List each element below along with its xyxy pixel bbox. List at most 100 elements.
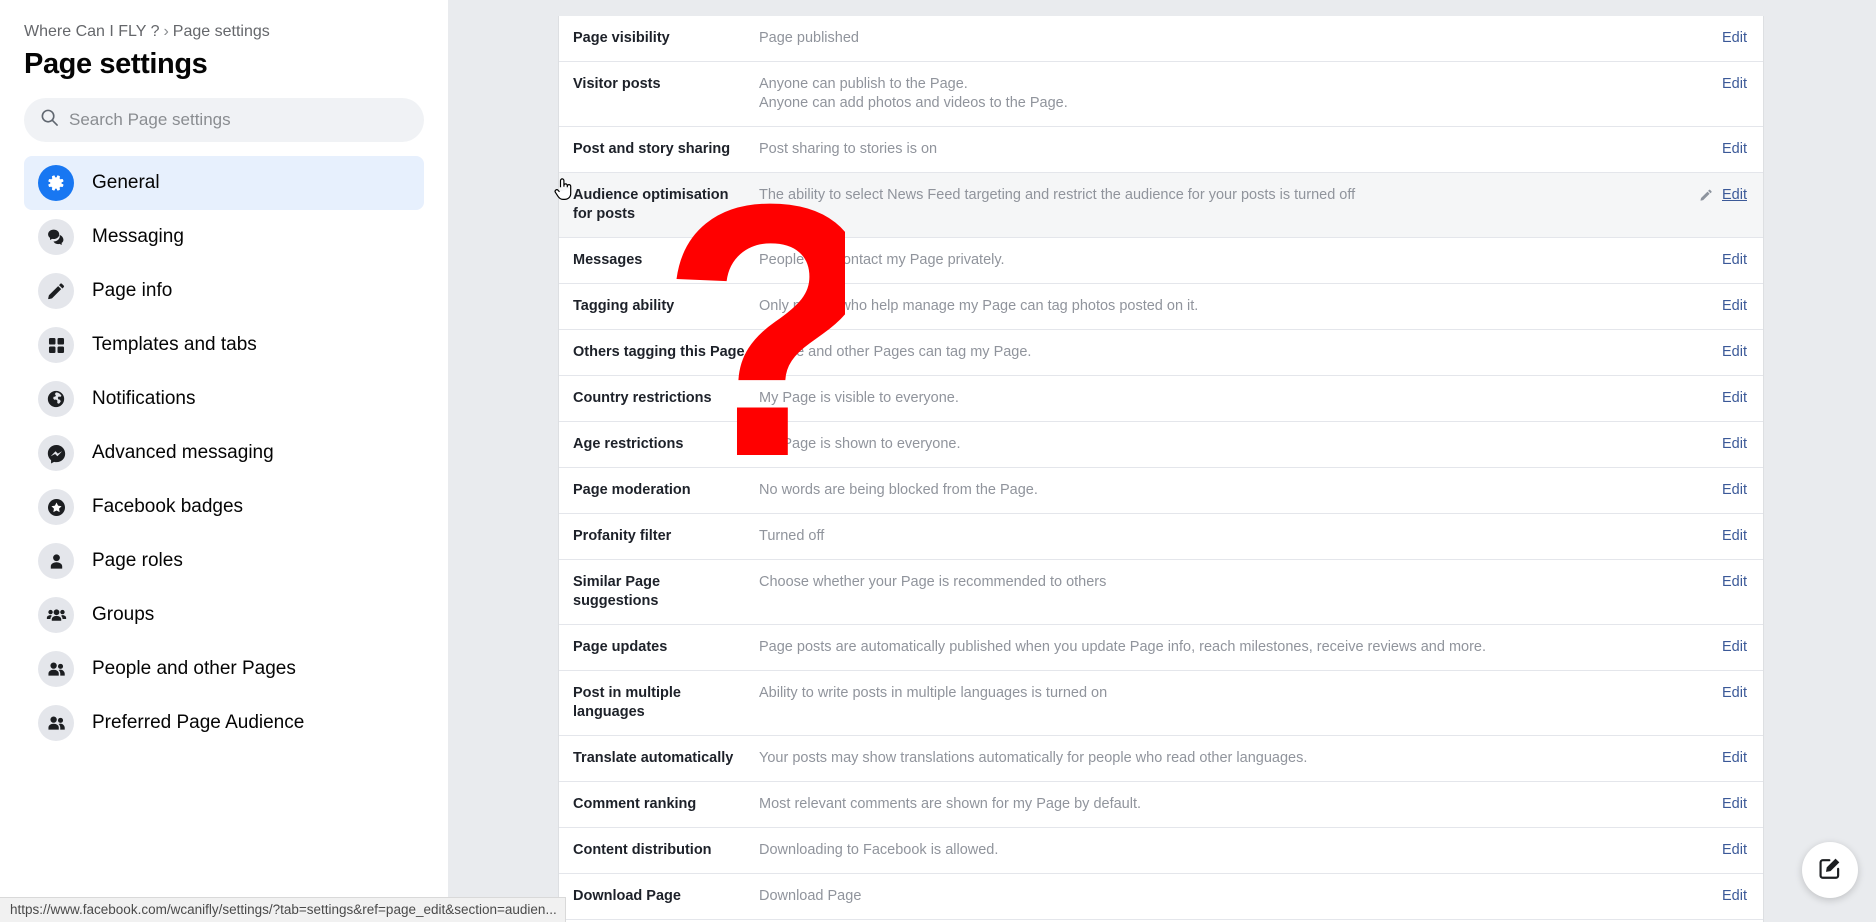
settings-row-actions: Edit <box>1722 75 1747 92</box>
settings-row[interactable]: Visitor posts Anyone can publish to the P… <box>559 62 1763 127</box>
sidebar-item-label: Messaging <box>92 226 184 247</box>
settings-row[interactable]: Profanity filter Turned off Edit <box>559 514 1763 560</box>
settings-row-label: Download Page <box>573 888 681 904</box>
settings-row[interactable]: Audience optimisation for posts The abili… <box>559 173 1763 238</box>
settings-row[interactable]: Content distribution Downloading to Faceb… <box>559 828 1763 874</box>
general-settings-card: Page visibility Page published Edit Visitor… <box>558 16 1764 922</box>
edit-link[interactable]: Edit <box>1722 482 1747 498</box>
page-title: Page settings <box>24 48 208 80</box>
settings-row-value: Page published <box>755 29 1710 48</box>
edit-link[interactable]: Edit <box>1722 574 1747 590</box>
pencil-icon <box>38 273 74 309</box>
settings-row-value: Only people who help manage my Page can … <box>755 297 1710 316</box>
settings-row-label: Messages <box>573 252 643 268</box>
edit-link[interactable]: Edit <box>1722 298 1747 314</box>
settings-row-value-line: Your posts may show translations automat… <box>759 750 1308 766</box>
people-group-icon <box>38 597 74 633</box>
settings-row-value: Turned off <box>755 527 1710 546</box>
settings-row[interactable]: Comment ranking Most relevant comments ar… <box>559 782 1763 828</box>
compose-edit-button[interactable] <box>1802 842 1858 898</box>
settings-row-label: Page updates <box>573 639 668 655</box>
settings-row-value-line: My Page is visible to everyone. <box>759 390 959 406</box>
settings-row-value-line: Choose whether your Page is recommended … <box>759 574 1107 590</box>
search-input[interactable] <box>69 110 408 130</box>
sidebar-item-label: Advanced messaging <box>92 442 274 463</box>
breadcrumb-page-name[interactable]: Where Can I FLY ? <box>24 23 159 40</box>
settings-row-label: Page visibility <box>573 30 670 46</box>
edit-link[interactable]: Edit <box>1722 76 1747 92</box>
sidebar-item-preferred-page-audience[interactable]: Preferred Page Audience <box>24 696 424 750</box>
settings-row[interactable]: Page updates Page posts are automatically… <box>559 625 1763 671</box>
settings-row[interactable]: Page visibility Page published Edit <box>559 16 1763 62</box>
sidebar-item-label: General <box>92 172 160 193</box>
edit-link[interactable]: Edit <box>1722 344 1747 360</box>
settings-row-actions: Edit <box>1722 481 1747 498</box>
edit-link[interactable]: Edit <box>1722 30 1747 46</box>
settings-row-label: Visitor posts <box>573 76 661 92</box>
edit-link[interactable]: Edit <box>1722 252 1747 268</box>
edit-link[interactable]: Edit <box>1722 842 1747 858</box>
settings-row[interactable]: Age restrictions My Page is shown to ever… <box>559 422 1763 468</box>
edit-link[interactable]: Edit <box>1722 796 1747 812</box>
messenger-icon <box>38 435 74 471</box>
sidebar-item-page-roles[interactable]: Page roles <box>24 534 424 588</box>
star-badge-icon <box>38 489 74 525</box>
settings-row-value-line: People can contact my Page privately. <box>759 252 1005 268</box>
sidebar-item-messaging[interactable]: Messaging <box>24 210 424 264</box>
settings-main: Page visibility Page published Edit Visitor… <box>448 0 1876 922</box>
settings-row-label: Comment ranking <box>573 796 697 812</box>
sidebar-item-advanced-messaging[interactable]: Advanced messaging <box>24 426 424 480</box>
settings-row-label: Translate automatically <box>573 750 734 766</box>
settings-row[interactable]: Download Page Download Page Edit <box>559 874 1763 920</box>
sidebar-item-label: People and other Pages <box>92 658 296 679</box>
edit-link[interactable]: Edit <box>1722 141 1747 157</box>
settings-row-actions: Edit <box>1722 140 1747 157</box>
settings-row-actions: Edit <box>1722 684 1747 701</box>
search-box[interactable] <box>24 98 424 142</box>
settings-row[interactable]: Post and story sharing Post sharing to st… <box>559 127 1763 173</box>
sidebar-item-templates-and-tabs[interactable]: Templates and tabs <box>24 318 424 372</box>
edit-link[interactable]: Edit <box>1722 750 1747 766</box>
sidebar-item-page-info[interactable]: Page info <box>24 264 424 318</box>
settings-row[interactable]: Similar Page suggestions Choose whether y… <box>559 560 1763 625</box>
settings-row-label: Others tagging this Page <box>573 344 745 360</box>
settings-row-actions: Edit <box>1722 749 1747 766</box>
two-people-icon <box>38 651 74 687</box>
edit-link[interactable]: Edit <box>1722 685 1747 701</box>
settings-row-label: Profanity filter <box>573 528 672 544</box>
settings-row-value-line: No words are being blocked from the Page… <box>759 482 1038 498</box>
edit-link[interactable]: Edit <box>1722 528 1747 544</box>
globe-icon <box>38 381 74 417</box>
settings-row[interactable]: Page moderation No words are being blocke… <box>559 468 1763 514</box>
grid-squares-icon <box>38 327 74 363</box>
settings-row[interactable]: Country restrictions My Page is visible t… <box>559 376 1763 422</box>
sidebar-item-people-and-other-pages[interactable]: People and other Pages <box>24 642 424 696</box>
sidebar-item-groups[interactable]: Groups <box>24 588 424 642</box>
settings-row-value: People and other Pages can tag my Page. <box>755 343 1710 362</box>
edit-link[interactable]: Edit <box>1722 187 1747 203</box>
settings-row-value: Download Page <box>755 887 1710 906</box>
sidebar-item-notifications[interactable]: Notifications <box>24 372 424 426</box>
settings-row-actions: Edit <box>1722 638 1747 655</box>
edit-link[interactable]: Edit <box>1722 436 1747 452</box>
settings-row[interactable]: Post in multiple languages Ability to wri… <box>559 671 1763 736</box>
settings-row-value-line: Page published <box>759 30 859 46</box>
compose-edit-icon <box>1817 855 1843 886</box>
settings-row-actions: Edit <box>1722 573 1747 590</box>
settings-row[interactable]: Others tagging this Page People and other… <box>559 330 1763 376</box>
settings-row-value-line: Post sharing to stories is on <box>759 141 938 157</box>
settings-row-value: Page posts are automatically published w… <box>755 638 1710 657</box>
settings-row-label: Audience optimisation for posts <box>573 187 729 222</box>
settings-row-actions: Edit <box>1699 186 1747 203</box>
sidebar-item-facebook-badges[interactable]: Facebook badges <box>24 480 424 534</box>
edit-link[interactable]: Edit <box>1722 888 1747 904</box>
edit-link[interactable]: Edit <box>1722 390 1747 406</box>
breadcrumb-current: Page settings <box>172 23 270 40</box>
edit-link[interactable]: Edit <box>1722 639 1747 655</box>
settings-row-value-line: People and other Pages can tag my Page. <box>759 344 1032 360</box>
sidebar-item-general[interactable]: General <box>24 156 424 210</box>
settings-row[interactable]: Tagging ability Only people who help mana… <box>559 284 1763 330</box>
settings-row[interactable]: Translate automatically Your posts may sh… <box>559 736 1763 782</box>
settings-row[interactable]: Messages People can contact my Page priva… <box>559 238 1763 284</box>
settings-row-value: Your posts may show translations automat… <box>755 749 1710 768</box>
